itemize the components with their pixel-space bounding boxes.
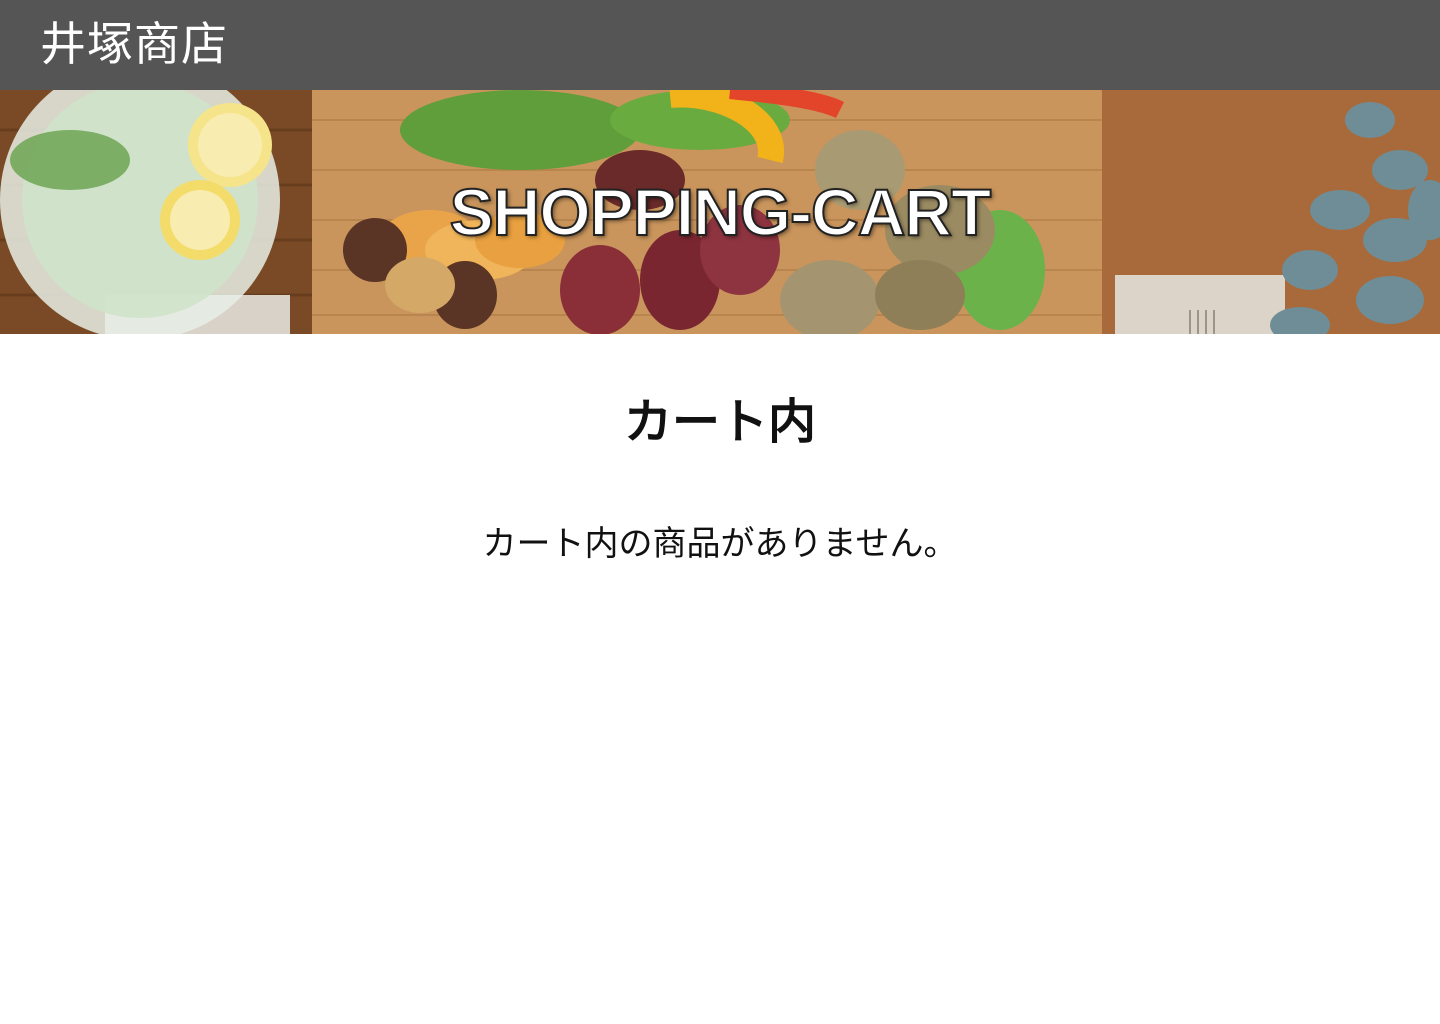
site-title-link[interactable]: 井塚商店 [40,16,228,72]
hero-banner: SHOPPING-CART [0,90,1440,334]
page-title: カート内 [623,394,816,451]
hero-title: SHOPPING-CART [449,174,993,250]
site-header: 井塚商店 [0,0,1440,90]
empty-cart-message: カート内の商品がありません。 [482,524,958,564]
